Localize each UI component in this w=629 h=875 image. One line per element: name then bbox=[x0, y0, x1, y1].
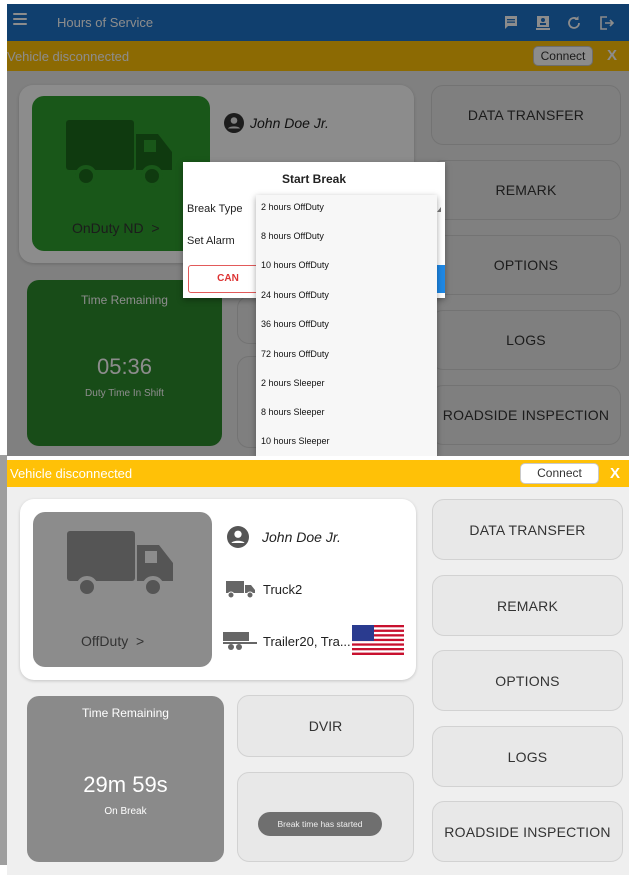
roadside-inspection-button[interactable]: ROADSIDE INSPECTION bbox=[432, 801, 623, 862]
trailer-label: Trailer20, Tra... bbox=[263, 634, 351, 649]
dropdown-option[interactable]: 72 hours OffDuty bbox=[261, 349, 329, 359]
status-label: OffDuty > bbox=[81, 633, 145, 649]
toast-message: Break time has started bbox=[258, 812, 382, 836]
timer-value: 29m 59s bbox=[83, 772, 168, 797]
dvir-button[interactable]: DVIR bbox=[237, 695, 414, 757]
banner-message: Vehicle disconnected bbox=[10, 466, 133, 481]
truck-label: Truck2 bbox=[263, 582, 303, 597]
person-icon bbox=[227, 526, 249, 548]
dropdown-option[interactable]: 8 hours OffDuty bbox=[261, 231, 324, 241]
break-type-dropdown: 2 hours OffDuty 8 hours OffDuty 10 hours… bbox=[256, 195, 437, 456]
dropdown-option[interactable]: 10 hours Sleeper bbox=[261, 436, 330, 446]
logs-button[interactable]: LOGS bbox=[432, 726, 623, 787]
us-flag-icon bbox=[352, 625, 404, 655]
truck-small-icon bbox=[226, 581, 255, 599]
dropdown-option[interactable]: 36 hours OffDuty bbox=[261, 319, 329, 329]
dropdown-option[interactable]: 10 hours OffDuty bbox=[261, 260, 329, 270]
data-transfer-button[interactable]: DATA TRANSFER bbox=[432, 499, 623, 560]
close-banner-button[interactable]: X bbox=[610, 465, 620, 482]
dropdown-option[interactable]: 24 hours OffDuty bbox=[261, 290, 329, 300]
top-screen: Hours of Service Vehicle disconnected Co… bbox=[7, 4, 629, 456]
dropdown-option[interactable]: 2 hours OffDuty bbox=[261, 202, 324, 212]
break-type-label: Break Type bbox=[187, 203, 243, 215]
dialog-title: Start Break bbox=[281, 172, 347, 186]
status-box[interactable]: OffDuty > bbox=[33, 512, 212, 667]
break-type-dropdown-arrow-icon[interactable] bbox=[437, 207, 441, 212]
driver-name: John Doe Jr. bbox=[262, 529, 341, 545]
set-alarm-label: Set Alarm bbox=[187, 235, 235, 247]
time-remaining-box: Time Remaining 29m 59s On Break bbox=[27, 696, 224, 862]
timer-sub: On Break bbox=[104, 806, 147, 817]
trailer-icon bbox=[223, 632, 257, 650]
dropdown-option[interactable]: 2 hours Sleeper bbox=[261, 378, 325, 388]
status-card: OffDuty > John Doe Jr. Truck2 Trailer20,… bbox=[20, 499, 416, 680]
edge-shadow bbox=[0, 455, 7, 865]
vehicle-banner-bottom: Vehicle disconnected Connect X bbox=[7, 460, 629, 487]
timer-label: Time Remaining bbox=[82, 706, 169, 720]
remark-button[interactable]: REMARK bbox=[432, 575, 623, 636]
truck-icon bbox=[67, 531, 173, 598]
options-button[interactable]: OPTIONS bbox=[432, 650, 623, 711]
dropdown-option[interactable]: 8 hours Sleeper bbox=[261, 407, 325, 417]
connect-button[interactable]: Connect bbox=[520, 463, 599, 484]
